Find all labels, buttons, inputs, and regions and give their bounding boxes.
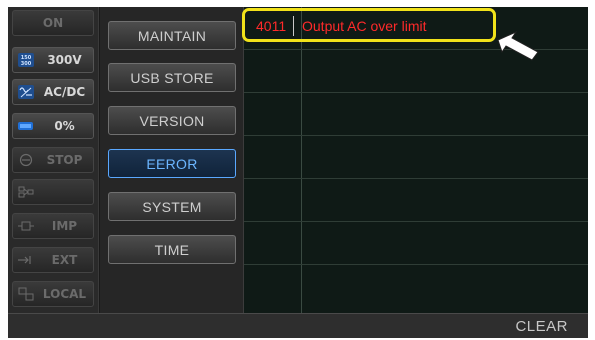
bottom-bar: CLEAR xyxy=(8,313,588,338)
acdc-wave-icon xyxy=(18,85,34,99)
voltage-range-icon: 150 300 xyxy=(18,53,34,67)
table-row[interactable] xyxy=(244,136,588,179)
menu-item-label: MAINTAIN xyxy=(137,27,207,44)
menu-item-label: EEROR xyxy=(146,155,198,172)
menu-item-maintain[interactable]: MAINTAIN xyxy=(108,21,236,50)
parallel-button[interactable] xyxy=(12,179,94,205)
menu-item-system[interactable]: SYSTEM xyxy=(108,192,236,221)
ext-button[interactable]: EXT xyxy=(12,247,94,273)
local-label: LOCAL xyxy=(42,287,87,301)
device-screen: ON 150 300 300V AC/DC 0% STOP IMP EXT LO… xyxy=(8,7,588,338)
pointer-arrow-icon xyxy=(497,30,539,61)
output-percent-button[interactable]: 0% xyxy=(12,113,94,139)
voltage-label: 300V xyxy=(47,53,82,67)
table-row[interactable] xyxy=(244,93,588,136)
clear-button[interactable]: CLEAR xyxy=(515,318,568,335)
error-code: 4011 xyxy=(256,18,287,34)
impedance-icon xyxy=(18,219,34,233)
local-control-icon xyxy=(18,287,34,301)
menu-item-usb-store[interactable]: USB STORE xyxy=(108,63,236,92)
status-column: ON 150 300 300V AC/DC 0% STOP IMP EXT LO… xyxy=(8,7,99,313)
external-input-icon xyxy=(18,253,34,267)
mode-label: AC/DC xyxy=(43,85,86,99)
battery-level-icon xyxy=(18,119,34,133)
acdc-mode-button[interactable]: AC/DC xyxy=(12,79,94,105)
stop-label: STOP xyxy=(46,153,83,167)
menu-item-label: VERSION xyxy=(139,112,205,129)
ext-label: EXT xyxy=(51,253,78,267)
table-row[interactable] xyxy=(244,265,588,313)
stop-icon xyxy=(18,153,34,167)
on-label: ON xyxy=(42,16,64,30)
stop-button[interactable]: STOP xyxy=(12,147,94,173)
local-button[interactable]: LOCAL xyxy=(12,281,94,307)
percent-label: 0% xyxy=(54,119,75,133)
table-row[interactable] xyxy=(244,222,588,265)
menu-item-label: SYSTEM xyxy=(142,198,202,215)
svg-text:300: 300 xyxy=(21,61,32,67)
table-row[interactable] xyxy=(244,179,588,222)
error-separator xyxy=(293,16,294,36)
imp-button[interactable]: IMP xyxy=(12,213,94,239)
menu-item-time[interactable]: TIME xyxy=(108,235,236,264)
menu-item-label: USB STORE xyxy=(130,69,214,86)
menu-item-label: TIME xyxy=(154,241,190,258)
menu-column: MAINTAIN USB STORE VERSION EEROR SYSTEM … xyxy=(100,7,244,313)
on-button[interactable]: ON xyxy=(12,10,94,36)
error-message: Output AC over limit xyxy=(302,18,427,34)
menu-item-version[interactable]: VERSION xyxy=(108,106,236,135)
menu-item-error[interactable]: EEROR xyxy=(108,149,236,178)
parallel-icon xyxy=(18,185,34,199)
imp-label: IMP xyxy=(51,219,78,233)
voltage-range-button[interactable]: 150 300 300V xyxy=(12,47,94,73)
